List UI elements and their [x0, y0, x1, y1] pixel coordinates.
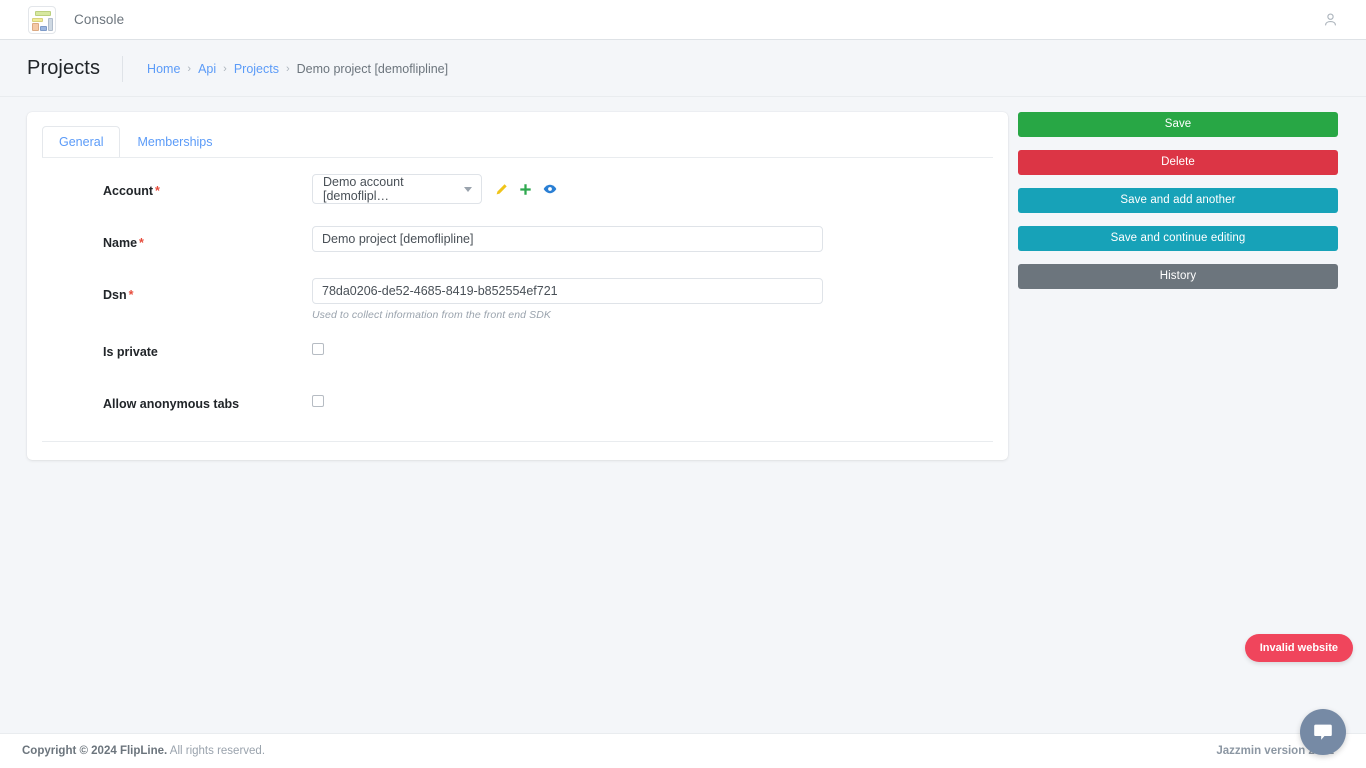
field-row-account: Account * Demo account [demoflipl… [27, 174, 1008, 212]
save-and-add-another-button[interactable]: Save and add another [1018, 188, 1338, 213]
field-row-allow-anonymous-tabs: Allow anonymous tabs [27, 387, 1008, 425]
chevron-down-icon [464, 187, 472, 192]
delete-button[interactable]: Delete [1018, 150, 1338, 175]
label-name-text: Name [103, 236, 138, 250]
top-navbar: Console [0, 0, 1366, 40]
save-and-continue-editing-button[interactable]: Save and continue editing [1018, 226, 1338, 251]
label-dsn-text: Dsn [103, 288, 127, 302]
save-button[interactable]: Save [1018, 112, 1338, 137]
add-plus-icon[interactable] [519, 183, 532, 196]
title-divider [122, 55, 124, 82]
required-marker: * [155, 184, 160, 198]
required-marker: * [128, 288, 134, 302]
form-action-buttons: Save Delete Save and add another Save an… [1018, 112, 1338, 302]
copyright-text: Copyright © 2024 FlipLine. All rights re… [22, 745, 265, 757]
brand[interactable]: Console [28, 5, 125, 34]
chat-bubble-icon[interactable] [1300, 709, 1346, 755]
tab-memberships[interactable]: Memberships [120, 126, 229, 158]
breadcrumb-item-api[interactable]: Api [198, 62, 216, 76]
history-button[interactable]: History [1018, 264, 1338, 289]
field-row-name: Name * [27, 226, 1008, 264]
copyright-rest: All rights reserved. [167, 745, 266, 757]
breadcrumb-item-home[interactable]: Home [147, 62, 180, 76]
account-select[interactable]: Demo account [demoflipl… [312, 174, 482, 204]
is-private-checkbox[interactable] [312, 343, 324, 355]
main-content: General Memberships Account * Demo accoun… [0, 98, 1366, 733]
tabs-underline [42, 157, 993, 158]
brand-title: Console [74, 12, 125, 27]
label-name: Name * [27, 226, 312, 254]
content-header: Projects Home › Api › Projects › Demo pr… [0, 41, 1366, 97]
card-footer-divider [42, 441, 993, 442]
page-footer: Copyright © 2024 FlipLine. All rights re… [0, 733, 1366, 768]
view-eye-icon[interactable] [543, 182, 557, 196]
field-account: Demo account [demoflipl… [312, 174, 1008, 204]
invalid-website-badge[interactable]: Invalid website [1244, 634, 1353, 662]
breadcrumb-item-projects[interactable]: Projects [234, 62, 279, 76]
field-row-is-private: Is private [27, 335, 1008, 373]
edit-pencil-icon[interactable] [495, 183, 508, 196]
breadcrumb-item-current: Demo project [demoflipline] [296, 61, 449, 76]
name-input[interactable] [312, 226, 823, 252]
page-title: Projects [27, 57, 101, 79]
field-dsn: Used to collect information from the fro… [312, 278, 1008, 321]
field-row-dsn: Dsn* Used to collect information from th… [27, 278, 1008, 321]
account-select-value: Demo account [demoflipl… [323, 175, 404, 203]
dsn-help-text: Used to collect information from the fro… [312, 309, 552, 321]
label-allow-anonymous-tabs: Allow anonymous tabs [103, 397, 240, 411]
copyright-bold: Copyright © 2024 FlipLine. [22, 745, 168, 757]
allow-anonymous-tabs-checkbox[interactable] [312, 395, 324, 407]
tab-general[interactable]: General [42, 126, 121, 158]
navbar-right-menu [1323, 12, 1338, 27]
project-form-card: General Memberships Account * Demo accoun… [27, 112, 1008, 460]
breadcrumb: Home › Api › Projects › Demo project [de… [147, 62, 448, 76]
required-marker: * [139, 236, 144, 250]
breadcrumb-separator: › [223, 62, 227, 75]
label-account: Account * [27, 174, 312, 202]
field-is-private [312, 335, 1008, 360]
breadcrumb-separator: › [187, 62, 192, 75]
label-dsn: Dsn * [27, 278, 312, 306]
dsn-input[interactable] [312, 278, 823, 304]
dashboard-layout-icon [28, 5, 56, 34]
form-tabs: General Memberships [42, 126, 230, 158]
field-name [312, 226, 1008, 252]
label-account-text: Account [103, 184, 153, 198]
label-is-private: Is private [103, 345, 158, 359]
field-allow-anonymous-tabs [312, 387, 1008, 412]
general-form: Account * Demo account [demoflipl… Name … [27, 174, 1008, 439]
breadcrumb-separator: › [285, 62, 290, 75]
user-account-icon[interactable] [1323, 12, 1338, 27]
